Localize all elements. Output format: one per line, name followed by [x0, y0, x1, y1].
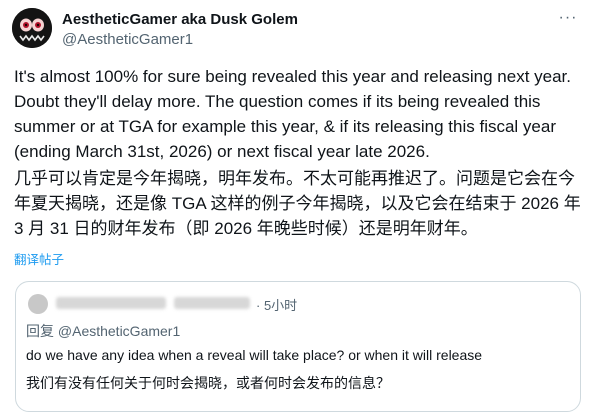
- author-handle[interactable]: @AestheticGamer1: [62, 31, 193, 48]
- tweet-text-translated: 几乎可以肯定是今年揭晓，明年发布。不太可能再推迟了。问题是它会在今年夏天揭晓，还…: [14, 169, 581, 238]
- quoted-timestamp: · 5小时: [256, 298, 298, 313]
- blurred-author-handle: [174, 297, 250, 309]
- author-name[interactable]: AestheticGamer aka Dusk Golem: [62, 11, 298, 28]
- quoted-tweet[interactable]: · 5小时 回复 @AestheticGamer1 do we have any…: [15, 281, 581, 412]
- author-avatar[interactable]: [12, 8, 52, 48]
- quoted-author-avatar: [28, 294, 48, 314]
- quoted-text-original: do we have any idea when a reveal will t…: [26, 347, 483, 363]
- translate-post-link[interactable]: 翻译帖子: [14, 249, 64, 268]
- tweet-header: AestheticGamer aka Dusk Golem @Aesthetic…: [12, 8, 578, 52]
- reply-to-label: 回复 @AestheticGamer1: [26, 323, 181, 339]
- blurred-author-name: [56, 297, 166, 309]
- quoted-text-translated: 我们有没有任何关于何时会揭晓，或者何时会发布的信息？: [26, 375, 390, 391]
- more-horizontal-icon[interactable]: ···: [558, 10, 578, 30]
- tweet-text-original: It's almost 100% for sure being revealed…: [14, 67, 571, 161]
